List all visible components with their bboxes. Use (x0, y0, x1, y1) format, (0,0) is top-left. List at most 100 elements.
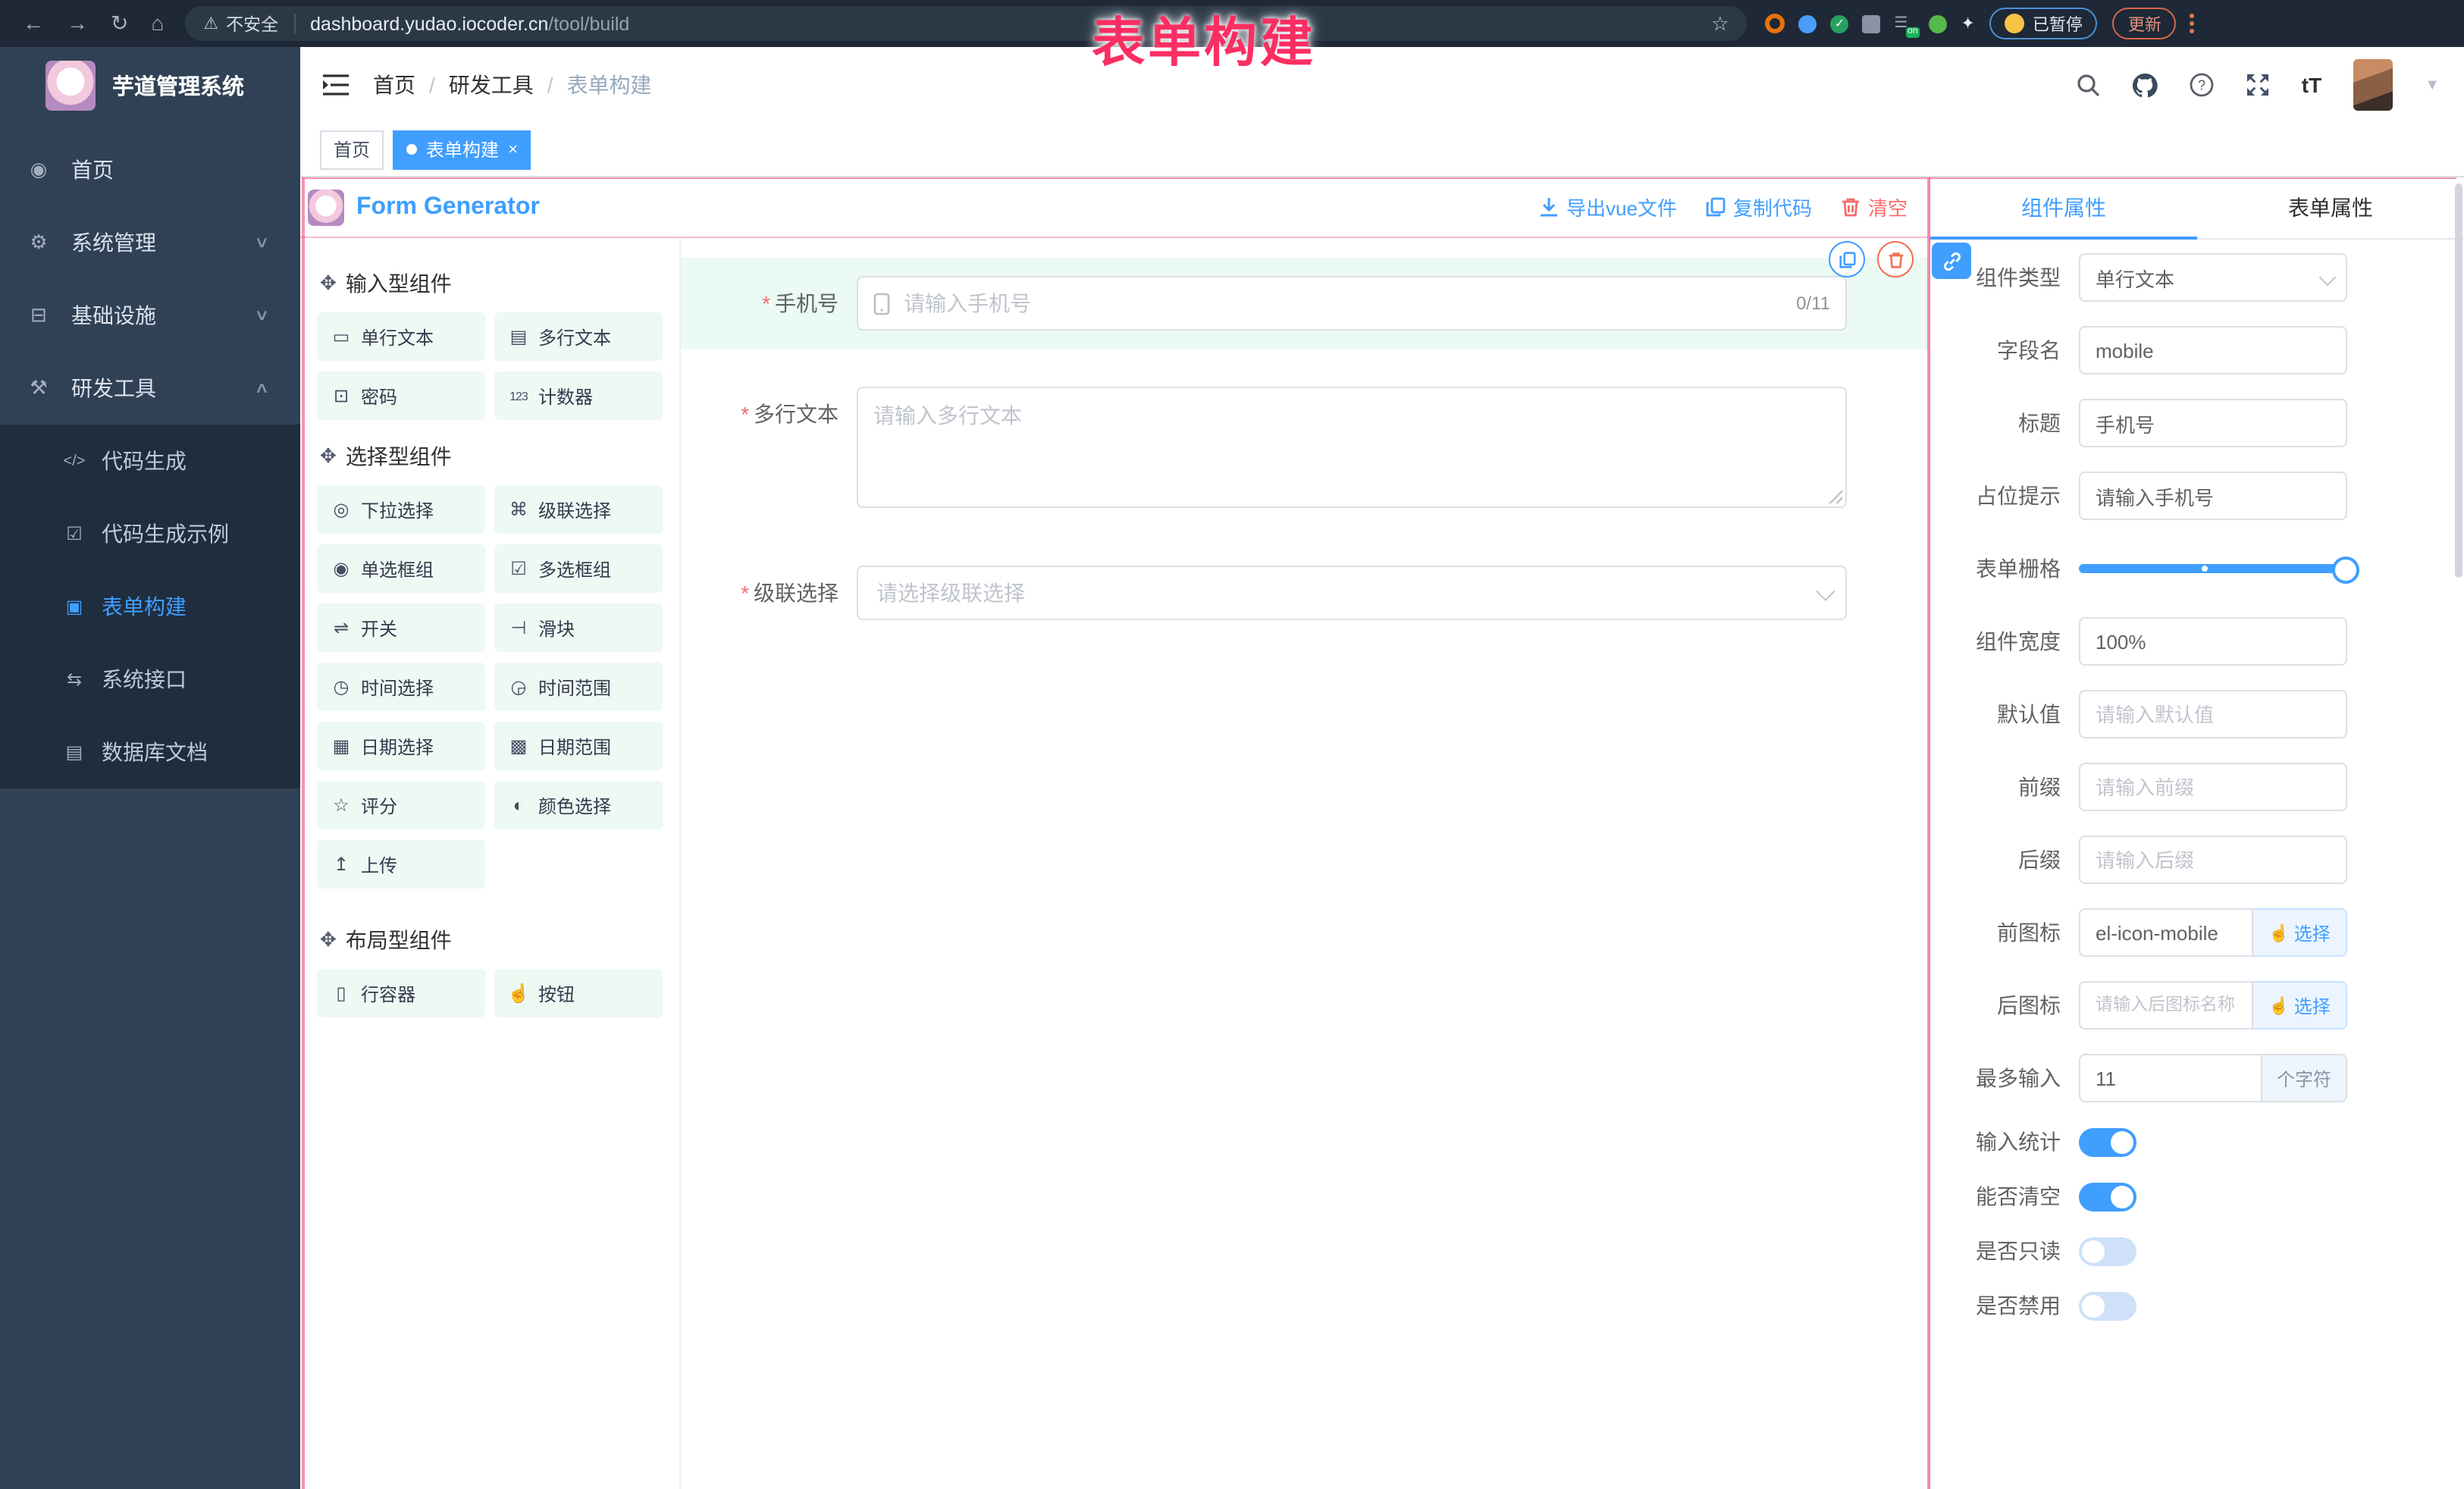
extension-pin-icon[interactable] (1798, 14, 1817, 33)
tab-form-props[interactable]: 表单属性 (2197, 177, 2464, 238)
hamburger-collapse-icon[interactable] (323, 74, 349, 96)
palette-item-textarea[interactable]: ▤多行文本 (494, 312, 663, 361)
sidebar-logo-row[interactable]: 芋道管理系统 (0, 47, 300, 123)
star-icon: ☆ (329, 795, 353, 816)
fullscreen-icon[interactable] (2246, 73, 2270, 97)
suffix-icon-input[interactable] (2079, 981, 2253, 1030)
close-icon[interactable]: × (508, 140, 518, 158)
browser-menu-icon[interactable] (2190, 14, 2195, 33)
default-value-input[interactable] (2079, 690, 2347, 738)
browser-update-button[interactable]: 更新 (2113, 8, 2177, 39)
palette-item-time-picker[interactable]: ◷时间选择 (317, 663, 485, 711)
palette-item-upload[interactable]: ↥上传 (317, 840, 485, 889)
sidebar-item-form-builder[interactable]: ▣ 表单构建 (0, 570, 300, 643)
max-length-input[interactable] (2079, 1054, 2262, 1102)
palette-item-checkbox-group[interactable]: ☑多选框组 (494, 544, 663, 593)
clear-button[interactable]: 清空 (1841, 193, 1908, 221)
phone-input[interactable]: 0/11 (857, 276, 1847, 331)
sidebar-item-system[interactable]: ⚙ 系统管理 ∨ (0, 206, 300, 279)
board-item-phone-selected[interactable]: *手机号 0/11 (681, 258, 1929, 349)
sidebar-item-home[interactable]: ◉ 首页 (0, 133, 300, 206)
tab-home[interactable]: 首页 (320, 130, 384, 169)
slider-track[interactable] (2079, 564, 2347, 573)
sidebar-item-infra[interactable]: ⊟ 基础设施 ∨ (0, 279, 300, 352)
board-item-cascader[interactable]: *级联选择 (702, 566, 1908, 620)
disabled-toggle[interactable] (2079, 1291, 2136, 1320)
textarea-field[interactable] (858, 388, 1845, 506)
readonly-toggle[interactable] (2079, 1237, 2136, 1265)
field-name-input[interactable] (2079, 326, 2347, 375)
palette-item-date-picker[interactable]: ▦日期选择 (317, 722, 485, 770)
width-input[interactable] (2079, 617, 2347, 666)
palette-item-date-range[interactable]: ▩日期范围 (494, 722, 663, 770)
profile-paused-badge[interactable]: 已暂停 (1990, 8, 2098, 39)
item-delete-button[interactable] (1877, 241, 1914, 277)
extension-ring-icon[interactable] (1765, 14, 1785, 33)
palette-item-cascader[interactable]: ⌘级联选择 (494, 485, 663, 534)
title-input[interactable] (2079, 399, 2347, 447)
palette-item-password[interactable]: ⊡密码 (317, 371, 485, 420)
palette-item-color-picker[interactable]: ◐颜色选择 (494, 781, 663, 829)
extension-on-badge-icon[interactable]: ☰on (1894, 13, 1915, 34)
font-size-icon[interactable]: tT (2302, 73, 2321, 97)
palette-item-time-range[interactable]: ◶时间范围 (494, 663, 663, 711)
placeholder-input[interactable] (2079, 472, 2347, 520)
component-type-select[interactable] (2079, 253, 2347, 302)
cascader-field[interactable] (873, 579, 1804, 607)
prefix-input[interactable] (2079, 763, 2347, 811)
extension-leaf-icon[interactable] (1929, 14, 1947, 33)
sidebar-item-db-doc[interactable]: ▤ 数据库文档 (0, 716, 300, 788)
extensions-puzzle-icon[interactable] (1862, 14, 1880, 33)
clearable-toggle[interactable] (2079, 1182, 2136, 1211)
palette-item-slider[interactable]: ⊣滑块 (494, 603, 663, 652)
breadcrumb-group[interactable]: 研发工具 (449, 70, 534, 100)
item-copy-button[interactable] (1829, 241, 1865, 277)
sidebar-item-api[interactable]: ⇆ 系统接口 (0, 643, 300, 716)
palette-item-radio-group[interactable]: ◉单选框组 (317, 544, 485, 593)
sidebar-item-codegen-demo[interactable]: ☑ 代码生成示例 (0, 497, 300, 570)
palette-item-single-text[interactable]: ▭单行文本 (317, 312, 485, 361)
panel-scrollbar[interactable] (2455, 183, 2462, 578)
form-grid-slider[interactable] (2079, 544, 2347, 593)
data-binding-link-button[interactable] (1932, 243, 1971, 279)
suffix-input[interactable] (2079, 835, 2347, 884)
browser-home-icon[interactable]: ⌂ (151, 0, 164, 47)
user-avatar[interactable] (2353, 59, 2393, 111)
user-menu-caret-icon[interactable]: ▼ (2425, 77, 2440, 93)
palette-item-button[interactable]: ☝按钮 (494, 969, 663, 1017)
palette-item-rate[interactable]: ☆评分 (317, 781, 485, 829)
security-label[interactable]: 不安全 (226, 11, 278, 36)
github-icon[interactable] (2132, 72, 2158, 98)
tab-form-builder[interactable]: 表单构建 × (393, 130, 531, 169)
address-bar[interactable]: ⚠ 不安全 dashboard.yudao.iocoder.cn /tool/b… (185, 6, 1747, 41)
suffix-icon-choose-button[interactable]: ☝ 选择 (2253, 981, 2347, 1030)
browser-reload-icon[interactable]: ↻ (111, 0, 128, 47)
board-item-textarea[interactable]: *多行文本 (702, 387, 1908, 508)
copy-code-button[interactable]: 复制代码 (1706, 193, 1812, 221)
component-type-value[interactable] (2079, 253, 2347, 302)
export-vue-button[interactable]: 导出vue文件 (1539, 193, 1677, 221)
tab-component-props[interactable]: 组件属性 (1930, 177, 2197, 238)
prefix-icon-choose-button[interactable]: ☝ 选择 (2253, 908, 2347, 957)
browser-forward-icon[interactable]: → (67, 0, 88, 47)
sidebar-item-devtools[interactable]: ⚒ 研发工具 ∧ (0, 352, 300, 425)
palette-item-select[interactable]: ◎下拉选择 (317, 485, 485, 534)
prefix-icon-input[interactable] (2079, 908, 2253, 957)
prop-label: 表单栅格 (1948, 553, 2079, 584)
browser-back-icon[interactable]: ← (23, 0, 44, 47)
show-count-toggle[interactable] (2079, 1127, 2136, 1156)
help-icon[interactable]: ? (2190, 73, 2214, 97)
search-icon[interactable] (2076, 73, 2100, 97)
phone-input-field[interactable] (901, 290, 1784, 317)
extension-star-icon[interactable]: ✦ (1961, 14, 1974, 33)
palette-item-switch[interactable]: ⇌开关 (317, 603, 485, 652)
textarea-box[interactable] (857, 387, 1847, 508)
cascader-select[interactable] (857, 566, 1847, 620)
bookmark-star-icon[interactable]: ☆ (1711, 11, 1729, 36)
slider-handle[interactable] (2332, 556, 2359, 584)
palette-item-row-container[interactable]: ▯行容器 (317, 969, 485, 1017)
breadcrumb-home[interactable]: 首页 (373, 70, 415, 100)
sidebar-item-codegen[interactable]: </> 代码生成 (0, 425, 300, 497)
extension-check-icon[interactable]: ✓ (1830, 14, 1848, 33)
palette-item-counter[interactable]: 123计数器 (494, 371, 663, 420)
